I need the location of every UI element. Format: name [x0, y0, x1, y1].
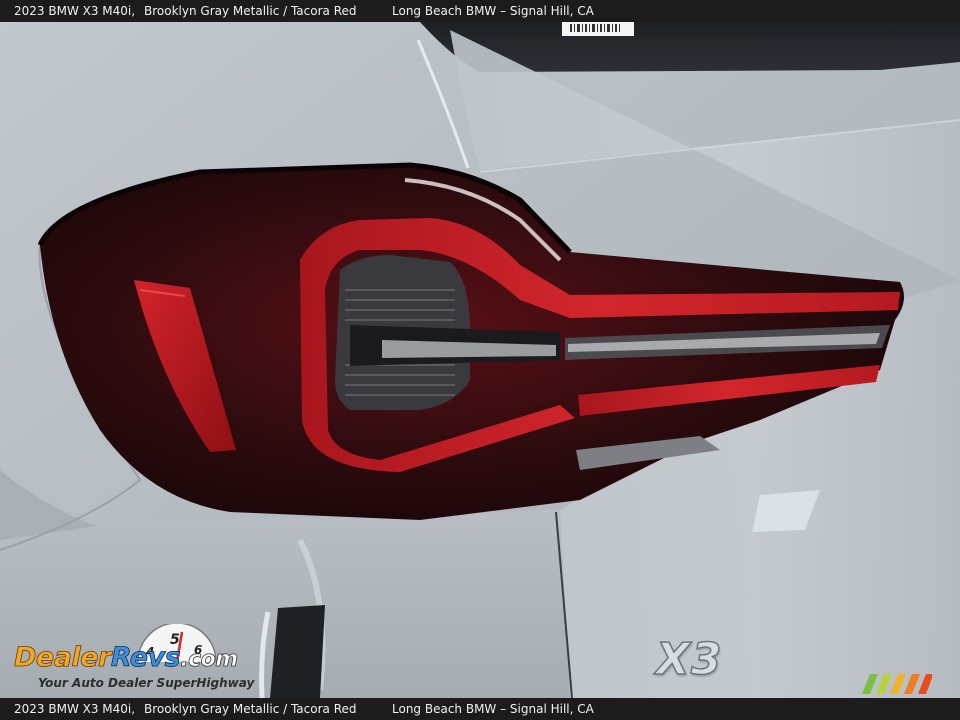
watermark-brand-part3: .com [180, 647, 239, 673]
caption-dealer: Long Beach BMW – Signal Hill, CA [392, 702, 594, 716]
watermark-tagline: Your Auto Dealer SuperHighway [38, 676, 255, 690]
color-stripes-logo [862, 674, 932, 694]
car-taillight-photo [0, 0, 960, 720]
caption-bar-bottom: 2023 BMW X3 M40i, Brooklyn Gray Metallic… [0, 698, 960, 720]
watermark-brand-part1: Dealer [14, 642, 112, 674]
caption-colors: Brooklyn Gray Metallic / Tacora Red [144, 702, 357, 716]
caption-model: 2023 BMW X3 M40i, [14, 702, 136, 716]
dealerrevs-watermark-logo: 4 5 6 DealerRevs.com Your Auto Dealer Su… [12, 624, 264, 694]
caption-bar-top: 2023 BMW X3 M40i, Brooklyn Gray Metallic… [0, 0, 960, 22]
watermark-brand-part2: Revs [110, 642, 181, 674]
caption-dealer: Long Beach BMW – Signal Hill, CA [392, 4, 594, 18]
x3-model-badge: X3 [655, 633, 723, 686]
caption-colors: Brooklyn Gray Metallic / Tacora Red [144, 4, 357, 18]
caption-model: 2023 BMW X3 M40i, [14, 4, 136, 18]
watermark-brand: DealerRevs.com [14, 642, 239, 674]
